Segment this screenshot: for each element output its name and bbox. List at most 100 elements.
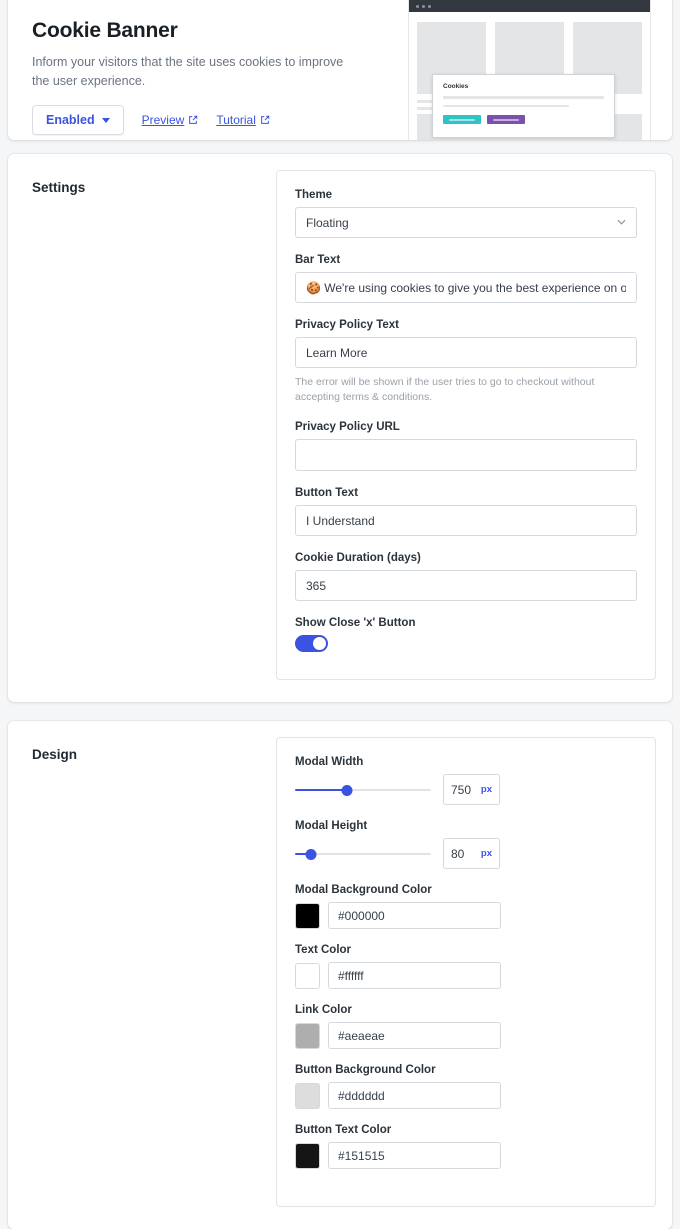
cookie-modal-title: Cookies bbox=[443, 83, 469, 90]
field-privacy-policy-url: Privacy Policy URL bbox=[295, 421, 637, 471]
external-link-icon bbox=[261, 115, 270, 124]
cookie-decline-button-preview bbox=[487, 115, 525, 124]
color-label: Modal Background Color bbox=[295, 884, 432, 896]
modal-height-label: Modal Height bbox=[295, 820, 368, 832]
modal-height-value-box[interactable]: 80 px bbox=[443, 838, 500, 869]
cookie-modal-buttons bbox=[443, 115, 604, 124]
privacy-policy-text-input[interactable] bbox=[295, 337, 637, 368]
button-text-label: Button Text bbox=[295, 487, 359, 499]
slider-fill bbox=[295, 788, 347, 791]
theme-select-wrap[interactable] bbox=[295, 207, 637, 238]
field-color-2: Link Color bbox=[295, 1004, 637, 1049]
page-root: Cookie Banner Inform your visitors that … bbox=[0, 0, 680, 1229]
field-color-0: Modal Background Color bbox=[295, 884, 637, 929]
design-section-header: Design bbox=[8, 721, 276, 1229]
modal-width-row: 750 px bbox=[295, 774, 637, 805]
color-label: Link Color bbox=[295, 1004, 352, 1016]
modal-width-value: 750 bbox=[451, 782, 472, 797]
preview-link-label: Preview bbox=[141, 113, 185, 127]
color-row bbox=[295, 1142, 637, 1169]
modal-height-slider[interactable] bbox=[295, 846, 431, 862]
toggle-knob bbox=[313, 637, 326, 650]
header-actions: Enabled Preview Tutorial bbox=[32, 105, 388, 135]
slider-thumb[interactable] bbox=[341, 784, 353, 796]
window-dot-icon bbox=[416, 4, 419, 8]
page-subtitle: Inform your visitors that the site uses … bbox=[32, 55, 344, 88]
color-swatch[interactable] bbox=[295, 1142, 320, 1169]
tutorial-link[interactable]: Tutorial bbox=[216, 113, 270, 127]
cookie-modal-preview: Cookies bbox=[432, 74, 615, 138]
field-color-4: Button Text Color bbox=[295, 1124, 637, 1169]
field-button-text: Button Text bbox=[295, 487, 637, 536]
field-color-3: Button Background Color bbox=[295, 1064, 637, 1109]
settings-panel: Theme Bar Text Privacy Policy Text bbox=[276, 170, 656, 680]
color-hex-input[interactable] bbox=[328, 1082, 501, 1109]
field-cookie-duration: Cookie Duration (days) bbox=[295, 552, 637, 601]
cookie-accept-button-preview bbox=[443, 115, 481, 124]
design-panel: Modal Width 750 px Modal Height 80 px Mo… bbox=[276, 737, 656, 1207]
cookie-duration-input[interactable] bbox=[295, 570, 637, 601]
color-label: Text Color bbox=[295, 944, 352, 956]
color-swatch[interactable] bbox=[295, 1082, 320, 1109]
bar-text-label: Bar Text bbox=[295, 254, 341, 266]
design-section: Design Modal Width 750 px Modal Height 8… bbox=[8, 721, 672, 1229]
browser-content: Cookies bbox=[409, 12, 650, 140]
modal-width-slider[interactable] bbox=[295, 782, 431, 798]
color-swatch[interactable] bbox=[295, 1022, 320, 1049]
button-text-input[interactable] bbox=[295, 505, 637, 536]
browser-mockup: Cookies bbox=[408, 0, 651, 140]
color-swatch[interactable] bbox=[295, 962, 320, 989]
settings-section: Settings Theme Bar Text bbox=[8, 154, 672, 702]
modal-width-unit: px bbox=[480, 784, 492, 795]
chevron-down-icon bbox=[101, 117, 110, 123]
window-dot-icon bbox=[422, 4, 425, 8]
modal-height-row: 80 px bbox=[295, 838, 637, 869]
field-color-1: Text Color bbox=[295, 944, 637, 989]
privacy-policy-url-label: Privacy Policy URL bbox=[295, 421, 400, 433]
slider-thumb[interactable] bbox=[305, 848, 317, 860]
modal-width-value-box[interactable]: 750 px bbox=[443, 774, 500, 805]
field-privacy-policy-text: Privacy Policy Text The error will be sh… bbox=[295, 319, 637, 405]
privacy-policy-url-input[interactable] bbox=[295, 439, 637, 471]
design-section-body: Modal Width 750 px Modal Height 80 px Mo… bbox=[276, 721, 672, 1229]
cookie-modal-text-line bbox=[443, 96, 604, 99]
page-header-card: Cookie Banner Inform your visitors that … bbox=[8, 0, 672, 140]
modal-width-label: Modal Width bbox=[295, 756, 364, 768]
status-dropdown-button[interactable]: Enabled bbox=[32, 105, 124, 135]
browser-titlebar bbox=[409, 0, 650, 12]
color-label: Button Text Color bbox=[295, 1124, 392, 1136]
color-row bbox=[295, 1022, 637, 1049]
header-text-block: Cookie Banner Inform your visitors that … bbox=[8, 0, 388, 140]
privacy-policy-text-label: Privacy Policy Text bbox=[295, 319, 399, 331]
field-modal-width: Modal Width 750 px bbox=[295, 756, 637, 805]
field-show-close-button: Show Close 'x' Button bbox=[295, 617, 637, 657]
theme-select[interactable] bbox=[295, 207, 637, 238]
settings-section-header: Settings bbox=[8, 154, 276, 702]
cookie-modal-text-line bbox=[443, 104, 569, 107]
status-dropdown-label: Enabled bbox=[46, 113, 95, 127]
external-link-icon bbox=[189, 115, 198, 124]
field-bar-text: Bar Text bbox=[295, 254, 637, 303]
modal-height-unit: px bbox=[480, 848, 492, 859]
color-row bbox=[295, 962, 637, 989]
settings-title: Settings bbox=[32, 180, 86, 195]
privacy-policy-helper-text: The error will be shown if the user trie… bbox=[295, 376, 595, 403]
color-hex-input[interactable] bbox=[328, 962, 501, 989]
show-close-button-label: Show Close 'x' Button bbox=[295, 617, 416, 629]
color-hex-input[interactable] bbox=[328, 1142, 501, 1169]
preview-link[interactable]: Preview bbox=[142, 113, 199, 127]
color-hex-input[interactable] bbox=[328, 902, 501, 929]
window-dot-icon bbox=[428, 4, 431, 8]
design-title: Design bbox=[32, 747, 78, 762]
color-swatch[interactable] bbox=[295, 902, 320, 929]
field-theme: Theme bbox=[295, 189, 637, 238]
field-modal-height: Modal Height 80 px bbox=[295, 820, 637, 869]
show-close-button-toggle[interactable] bbox=[295, 635, 328, 652]
bar-text-input[interactable] bbox=[295, 272, 637, 303]
cookie-duration-label: Cookie Duration (days) bbox=[295, 552, 421, 564]
color-label: Button Background Color bbox=[295, 1064, 436, 1076]
color-hex-input[interactable] bbox=[328, 1022, 501, 1049]
color-row bbox=[295, 1082, 637, 1109]
page-title: Cookie Banner bbox=[32, 19, 178, 42]
color-row bbox=[295, 902, 637, 929]
